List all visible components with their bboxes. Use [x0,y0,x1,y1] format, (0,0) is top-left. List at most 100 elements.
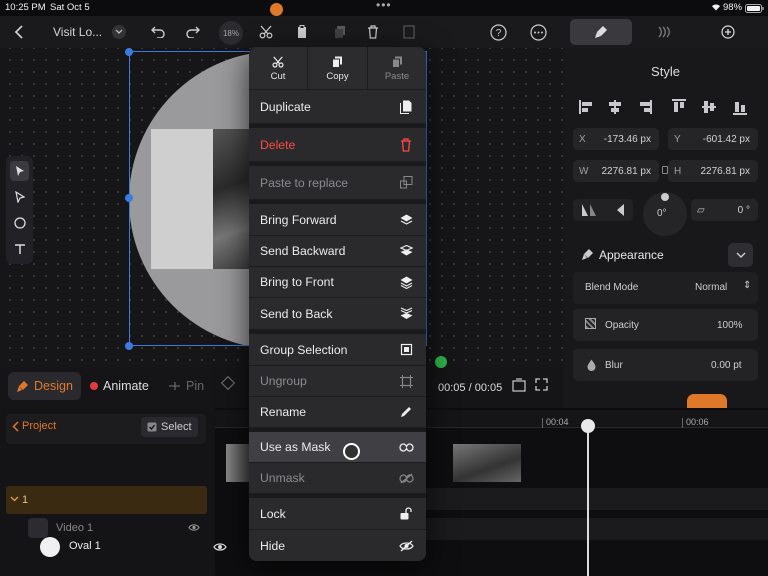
blend-mode-row[interactable]: Blend Mode Normal ⇕ [573,272,758,304]
chevron-down-icon[interactable] [728,243,753,267]
menu-item-group-selection[interactable]: Group Selection [249,334,426,366]
paste-button[interactable]: Paste [368,47,426,90]
skew-field[interactable]: ▱ 0 ° [691,199,758,221]
pin-mode-button[interactable]: Pin [160,372,212,400]
rotation-handle[interactable] [435,356,447,368]
help-icon[interactable]: ? [488,22,508,42]
trash-icon[interactable] [363,22,383,42]
design-mode-button[interactable]: Design [8,372,81,400]
menu-item-bring-forward[interactable]: Bring Forward [249,204,426,236]
style-tab[interactable] [570,19,632,45]
rotation-knob[interactable] [661,193,669,201]
toggle-switch[interactable] [687,394,727,408]
fullscreen-icon[interactable] [535,378,548,391]
layer-name: Oval 1 [69,540,101,552]
record-dot-icon [90,382,98,390]
project-button[interactable]: Project [12,420,56,432]
paste-label: Paste [384,70,410,82]
animate-label: Animate [103,379,149,393]
recording-indicator [270,3,283,16]
menu-item-unmask[interactable]: Unmask [249,463,426,494]
keyframe-icon[interactable] [220,375,236,391]
add-tab[interactable] [697,19,759,45]
select-button[interactable]: Select [141,417,198,437]
x-label: X [579,134,586,145]
svg-text:?: ? [495,28,501,39]
duplicate-icon [398,99,414,115]
menu-item-duplicate[interactable]: Duplicate [249,90,426,124]
appearance-header[interactable]: Appearance [573,242,758,268]
copy-icon[interactable] [330,22,350,42]
layer-row-oval[interactable]: Oval 1 [6,536,234,558]
project-label: Project [22,420,57,432]
resize-handle-ml[interactable] [125,194,133,202]
shape-tool-icon[interactable] [10,213,29,233]
clip-thumbnail[interactable] [453,444,521,482]
chevron-left-icon [12,420,19,432]
y-label: Y [674,134,681,145]
video-thumb-icon [28,518,48,538]
flip-horizontal-icon [582,204,596,216]
menu-item-ungroup[interactable]: Ungroup [249,366,426,397]
eye-icon [188,524,200,531]
paste-icon [391,56,402,68]
menu-item-use-as-mask[interactable]: Use as Mask [249,432,426,463]
group-row[interactable]: 1 [6,486,207,514]
mask-icon [398,439,414,455]
menu-item-bring-to-front[interactable]: Bring to Front [249,267,426,298]
undo-icon[interactable] [148,22,168,42]
direct-select-tool-icon[interactable] [10,187,29,207]
copy-button[interactable]: Copy [308,47,368,90]
rotation-dial[interactable]: 0° [643,192,687,236]
resize-handle-tl[interactable] [125,48,133,56]
animate-tab[interactable] [633,19,695,45]
playback-time: 00:05 / 00:05 [438,382,503,394]
x-value: -173.46 px [603,134,651,145]
playhead-handle[interactable] [581,419,595,433]
back-icon[interactable] [9,22,29,42]
menu-item-send-to-back[interactable]: Send to Back [249,298,426,330]
text-tool-icon[interactable] [10,239,29,259]
menu-item-label: Lock [260,506,286,521]
blur-value: 0.00 pt [711,360,742,371]
zoom-level[interactable]: 18% [219,21,243,45]
blur-row[interactable]: Blur 0.00 pt [573,349,758,381]
cut-button[interactable]: Cut [249,47,308,90]
menu-item-delete[interactable]: Delete [249,128,426,162]
multitask-dots-icon[interactable]: ••• [376,0,392,12]
w-field[interactable]: W 2276.81 px [573,160,659,182]
menu-item-paste-to-replace[interactable]: Paste to replace [249,166,426,200]
menu-item-send-backward[interactable]: Send Backward [249,236,426,267]
checkbox-icon [147,422,157,432]
panel-tabs [563,16,768,48]
style-panel: Style X -173.46 px Y -601.42 px W 2276.8… [563,48,768,410]
menu-item-hide[interactable]: Hide [249,530,426,561]
send-back-icon [398,306,414,322]
clip-thumbnail[interactable] [226,444,250,482]
document-title[interactable]: Visit Lo... [53,25,102,39]
resize-handle-bl[interactable] [125,342,133,350]
unmask-icon [398,470,414,486]
scissors-icon[interactable] [256,22,276,42]
y-field[interactable]: Y -601.42 px [668,128,758,150]
redo-icon[interactable] [183,22,203,42]
h-field[interactable]: H 2276.81 px [668,160,758,182]
menu-item-lock[interactable]: Lock [249,498,426,530]
animate-mode-button[interactable]: Animate [82,372,157,400]
brush-icon [595,26,607,38]
frame-icon[interactable] [512,378,526,392]
menu-item-rename[interactable]: Rename [249,397,426,428]
tool-palette [6,156,33,264]
opacity-row[interactable]: Opacity 100% [573,309,758,341]
battery-icon [745,4,764,13]
paste-replace-icon[interactable] [399,22,419,42]
select-tool-icon[interactable] [10,161,29,181]
menu-item-label: Group Selection [260,342,348,357]
chevron-down-icon [10,496,19,502]
chevron-down-icon[interactable] [112,25,126,39]
group-icon [398,342,414,358]
pin-icon [169,382,180,390]
paste-icon[interactable] [292,22,312,42]
x-field[interactable]: X -173.46 px [573,128,659,150]
more-icon[interactable] [528,22,548,42]
